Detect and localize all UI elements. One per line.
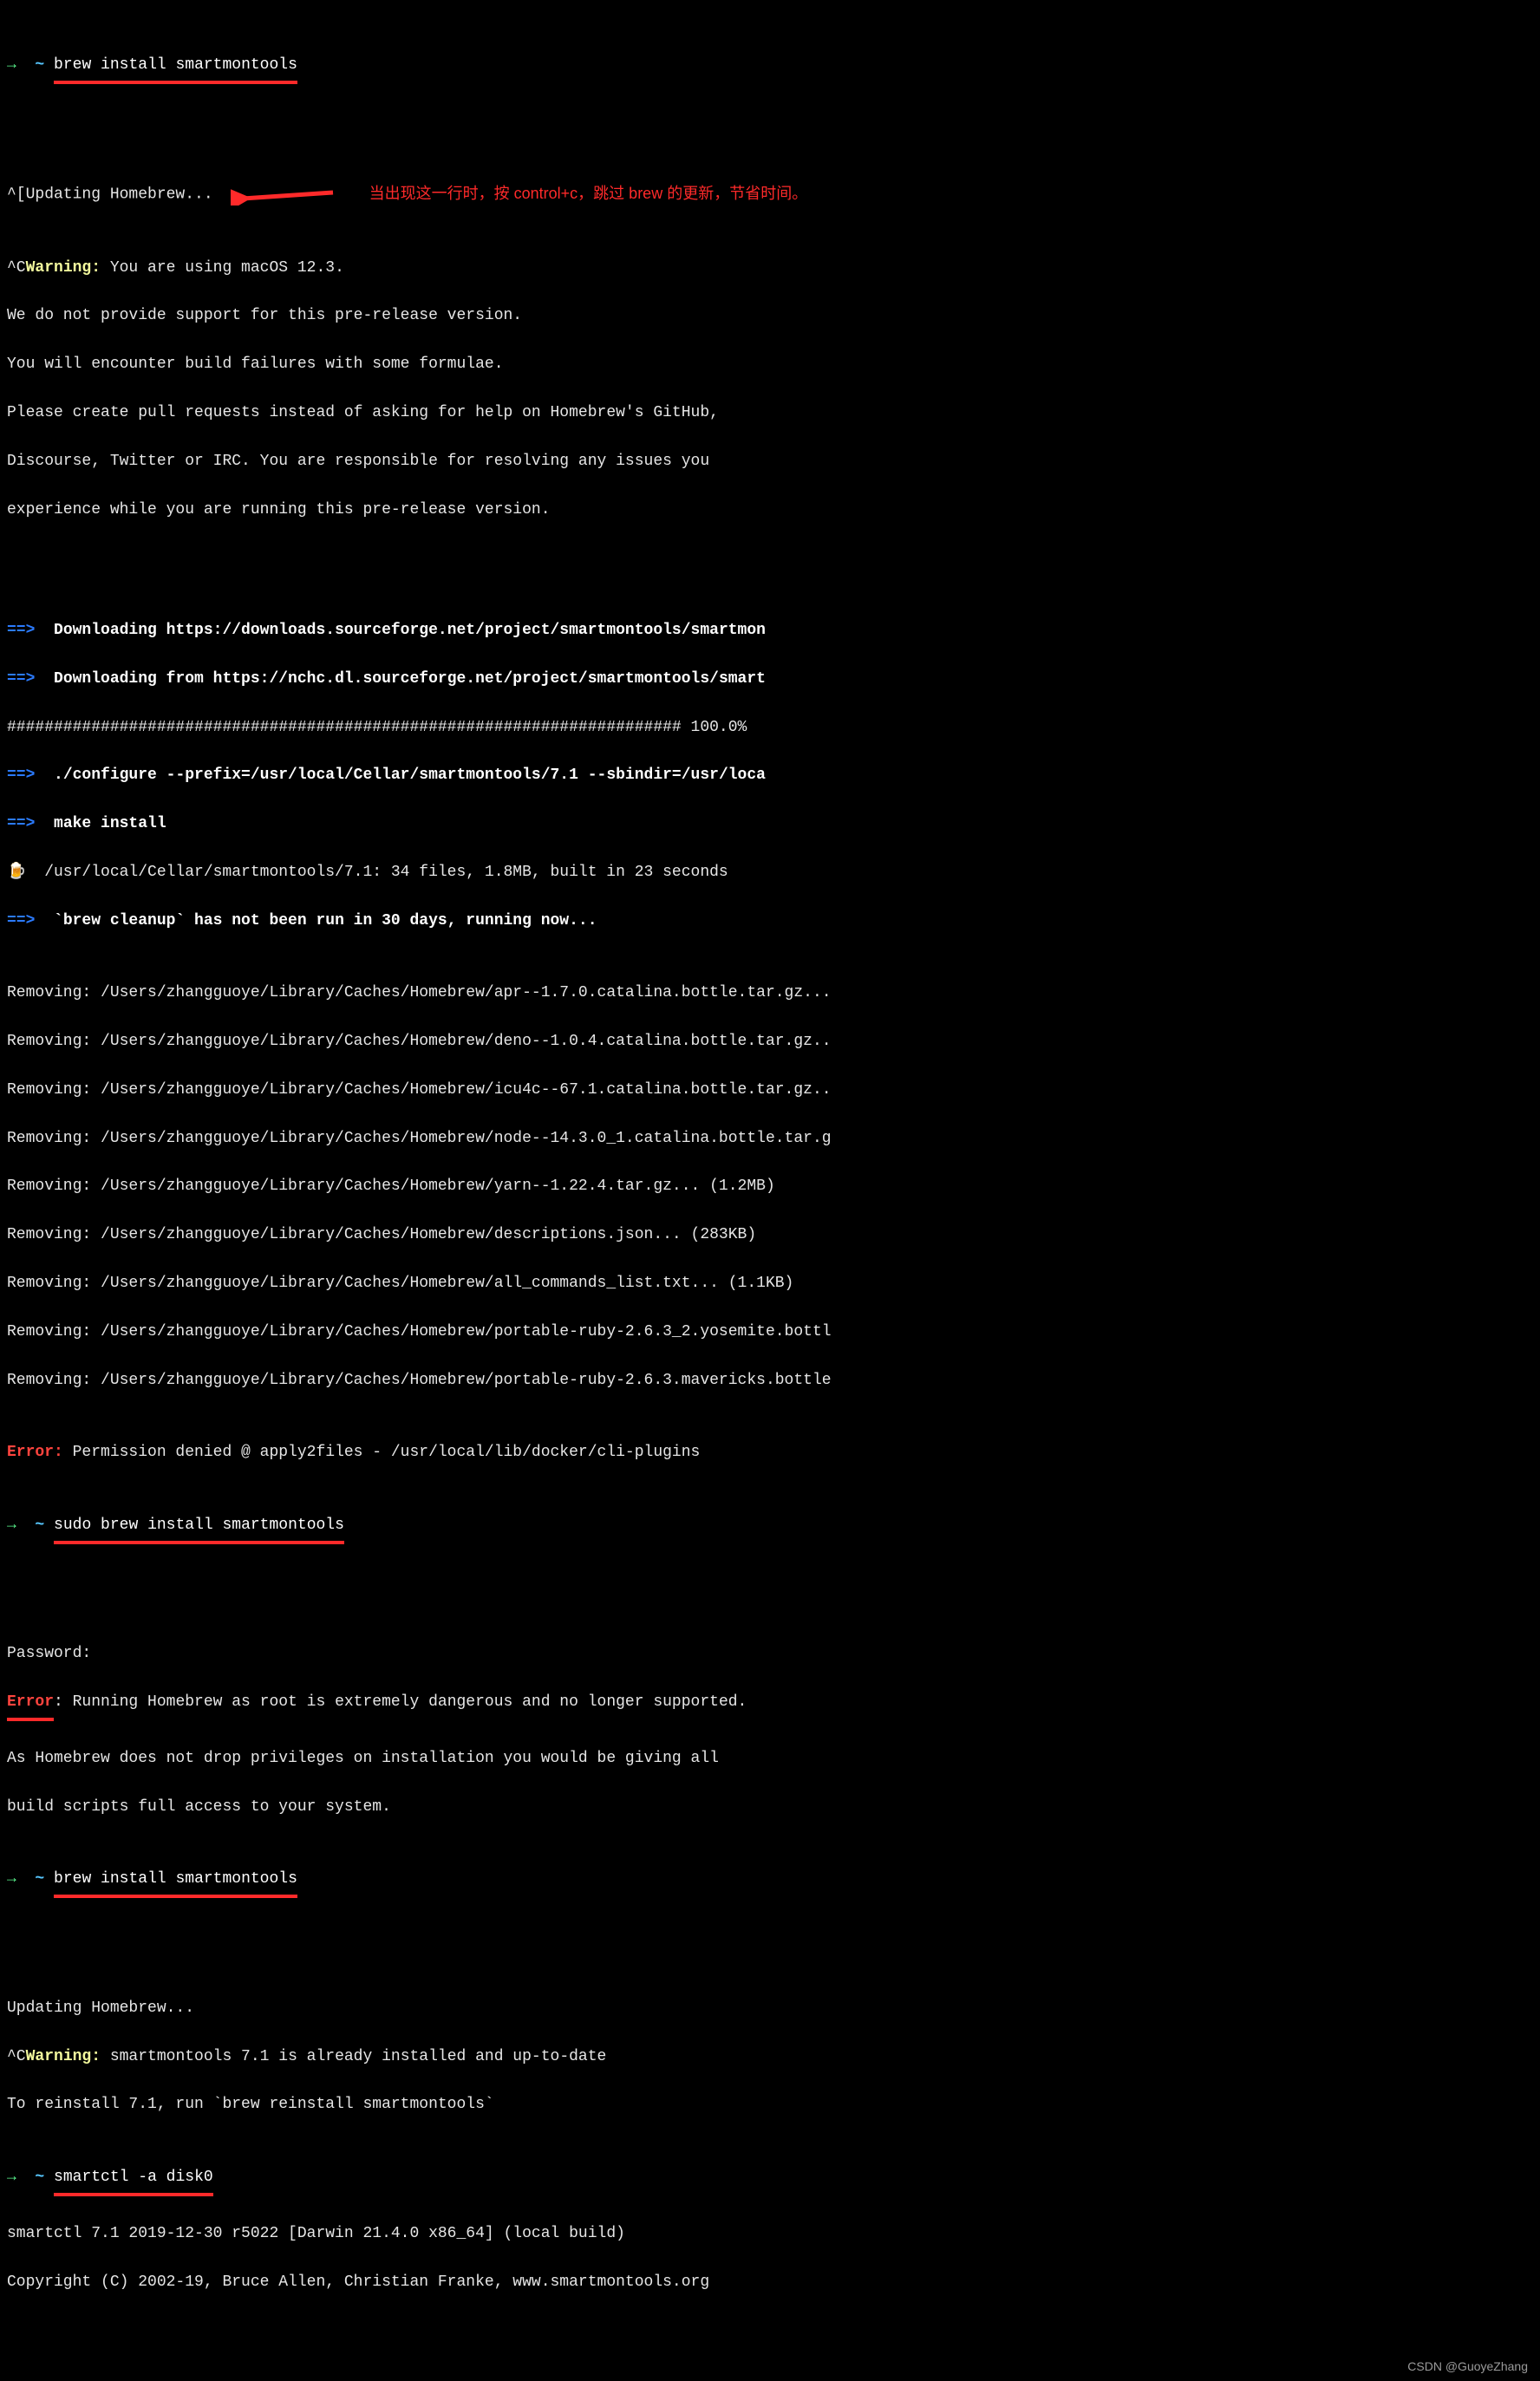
- removing-line: Removing: /Users/zhangguoye/Library/Cach…: [7, 1223, 1533, 1248]
- marker: ==>: [7, 670, 35, 688]
- error-line: Error: Permission denied @ apply2files -…: [7, 1441, 1533, 1465]
- output-line: build scripts full access to your system…: [7, 1796, 1533, 1820]
- marker: ==>: [7, 815, 35, 832]
- configure-line: ==> ./configure --prefix=/usr/local/Cell…: [7, 764, 1533, 788]
- output-line: You will encounter build failures with s…: [7, 353, 1533, 377]
- password-line: Password:: [7, 1642, 1533, 1667]
- removing-line: Removing: /Users/zhangguoye/Library/Cach…: [7, 1369, 1533, 1393]
- annotation-text: 当出现这一行时，按 control+c，跳过 brew 的更新，节省时间。: [369, 185, 808, 202]
- marker: ==>: [7, 912, 35, 930]
- removing-line: Removing: /Users/zhangguoye/Library/Cach…: [7, 1030, 1533, 1054]
- terminal[interactable]: → ~ brew install smartmontools ^[Updatin…: [0, 0, 1540, 2381]
- removing-line: Removing: /Users/zhangguoye/Library/Cach…: [7, 1127, 1533, 1151]
- removing-line: Removing: /Users/zhangguoye/Library/Cach…: [7, 1079, 1533, 1103]
- command-4: smartctl -a disk0: [54, 2166, 213, 2196]
- built-line: 🍺 /usr/local/Cellar/smartmontools/7.1: 3…: [7, 861, 1533, 885]
- error-line: Error: Running Homebrew as root is extre…: [7, 1691, 1533, 1723]
- blank-line: [7, 1924, 1533, 1948]
- removing-line: Removing: /Users/zhangguoye/Library/Cach…: [7, 1321, 1533, 1345]
- command-2: sudo brew install smartmontools: [54, 1514, 344, 1544]
- warning-label: Warning:: [26, 2048, 101, 2065]
- beer-icon: 🍺: [7, 861, 26, 885]
- removing-line: Removing: /Users/zhangguoye/Library/Cach…: [7, 1272, 1533, 1296]
- removing-line: Removing: /Users/zhangguoye/Library/Cach…: [7, 982, 1533, 1006]
- prompt-line-1: → ~ brew install smartmontools: [7, 54, 1533, 86]
- copyright-line: Copyright (C) 2002-19, Bruce Allen, Chri…: [7, 2271, 1533, 2295]
- warning-label: Warning:: [26, 259, 101, 277]
- reinstall-line: To reinstall 7.1, run `brew reinstall sm…: [7, 2093, 1533, 2117]
- blank-line: [7, 110, 1533, 134]
- marker: ==>: [7, 622, 35, 639]
- command-1: brew install smartmontools: [54, 54, 297, 84]
- updating-line-2: Updating Homebrew...: [7, 1997, 1533, 2021]
- blank-line: [7, 546, 1533, 571]
- output-line: As Homebrew does not drop privileges on …: [7, 1747, 1533, 1771]
- output-line: We do not provide support for this pre-r…: [7, 304, 1533, 329]
- prompt-arrow: →: [7, 2169, 16, 2186]
- download-line: ==> Downloading from https://nchc.dl.sou…: [7, 668, 1533, 692]
- prompt-line-4: → ~ smartctl -a disk0: [7, 2166, 1533, 2198]
- prompt-arrow: →: [7, 56, 16, 74]
- output-line: experience while you are running this pr…: [7, 499, 1533, 523]
- marker: ==>: [7, 766, 35, 784]
- download-line: ==> Downloading https://downloads.source…: [7, 619, 1533, 643]
- error-label: Error:: [7, 1444, 63, 1461]
- arrow-icon: [231, 183, 335, 205]
- warning-line-2: ^CWarning: smartmontools 7.1 is already …: [7, 2045, 1533, 2070]
- output-line: Discourse, Twitter or IRC. You are respo…: [7, 450, 1533, 474]
- prompt-tilde: ~: [35, 1517, 44, 1534]
- progress-line: ########################################…: [7, 716, 1533, 740]
- prompt-tilde: ~: [35, 1870, 44, 1888]
- error-label: Error: [7, 1691, 54, 1721]
- command-3: brew install smartmontools: [54, 1868, 297, 1898]
- prompt-line-3: → ~ brew install smartmontools: [7, 1868, 1533, 1900]
- blank-line: [7, 1570, 1533, 1595]
- removing-line: Removing: /Users/zhangguoye/Library/Cach…: [7, 1175, 1533, 1199]
- prompt-tilde: ~: [35, 2169, 44, 2186]
- updating-line: ^[Updating Homebrew...当出现这一行时，按 control+…: [7, 182, 1533, 208]
- smartctl-line: smartctl 7.1 2019-12-30 r5022 [Darwin 21…: [7, 2222, 1533, 2247]
- prompt-arrow: →: [7, 1517, 16, 1534]
- cleanup-line: ==> `brew cleanup` has not been run in 3…: [7, 910, 1533, 934]
- prompt-arrow: →: [7, 1870, 16, 1888]
- make-line: ==> make install: [7, 812, 1533, 837]
- output-line: Please create pull requests instead of a…: [7, 401, 1533, 426]
- prompt-line-2: → ~ sudo brew install smartmontools: [7, 1514, 1533, 1546]
- prompt-tilde: ~: [35, 56, 44, 74]
- warning-line: ^CWarning: You are using macOS 12.3.: [7, 257, 1533, 281]
- watermark: CSDN @GuoyeZhang: [1407, 2358, 1528, 2377]
